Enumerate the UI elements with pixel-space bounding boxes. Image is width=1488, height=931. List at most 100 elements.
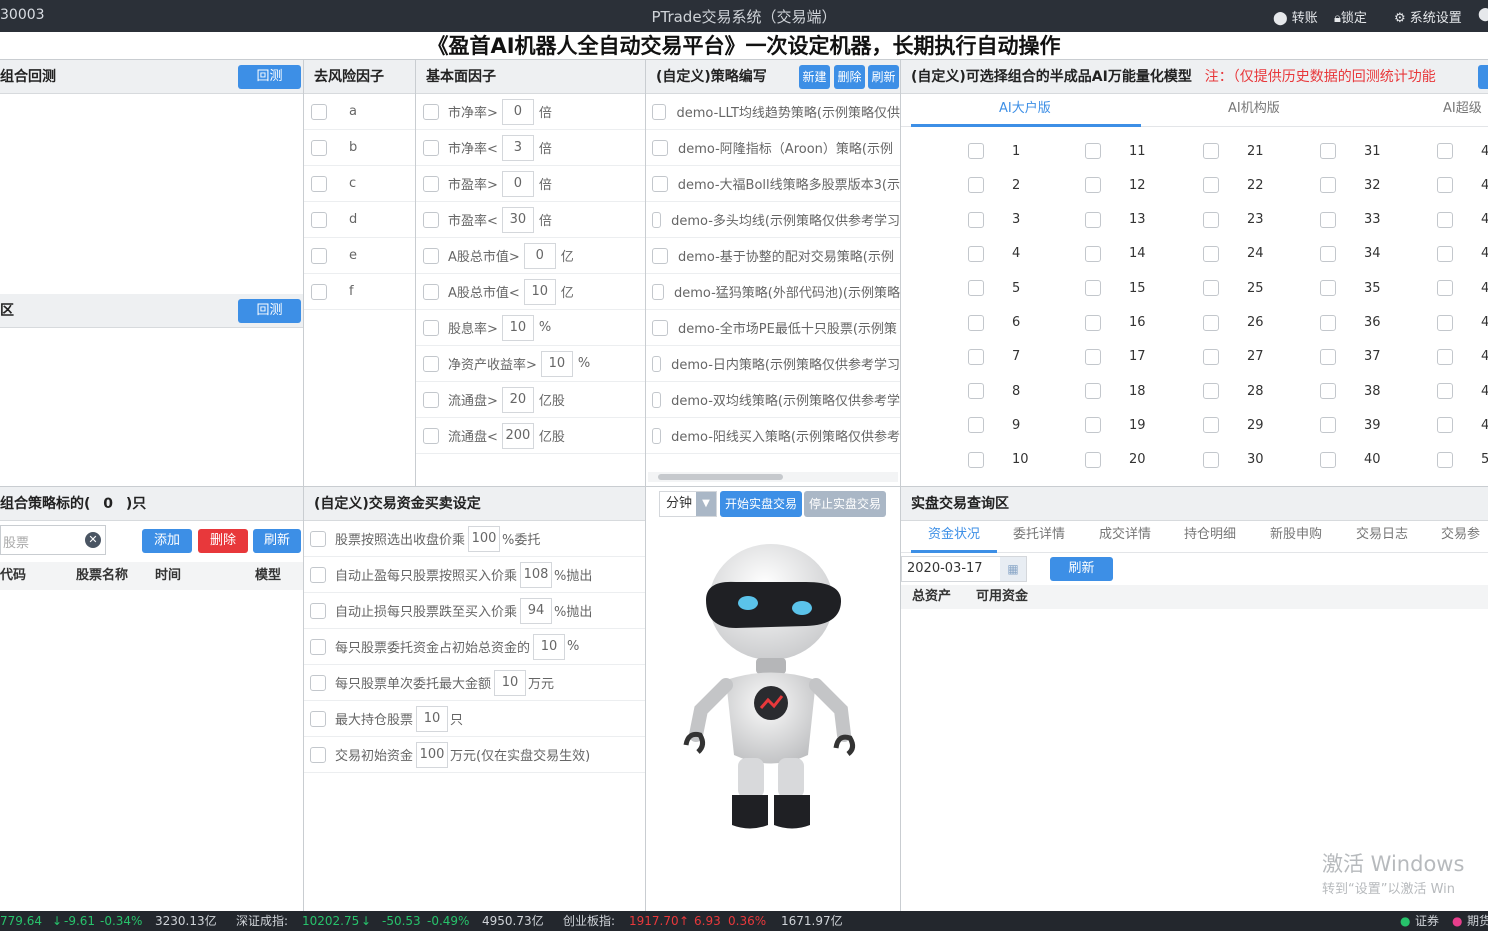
model-option[interactable]: 26 (1175, 313, 1264, 333)
risk-factor-row[interactable]: b (304, 130, 415, 166)
model-checkbox[interactable] (1203, 245, 1219, 262)
strategy-item[interactable]: demo-日内策略(示例策略仅供参考学习 (646, 346, 900, 382)
strategy-scrollbar[interactable] (648, 472, 898, 482)
risk-factor-checkbox[interactable] (311, 175, 327, 192)
tab-ai-retail[interactable]: AI大户版 (999, 95, 1051, 123)
trade-setting-checkbox[interactable] (310, 602, 326, 619)
stock-search-input[interactable]: 股票 ✕ (0, 525, 106, 555)
fundamental-factor-row[interactable]: 市盈率> 0 倍 (416, 166, 645, 202)
fundamental-factor-checkbox[interactable] (423, 319, 439, 336)
model-checkbox[interactable] (1085, 280, 1101, 297)
model-option[interactable]: 25 (1175, 278, 1264, 298)
model-checkbox[interactable] (968, 383, 984, 400)
trade-setting-row[interactable]: 最大持仓股票 10 只 (304, 701, 645, 737)
model-option[interactable]: 50 (1409, 450, 1488, 470)
model-option[interactable]: 16 (1057, 313, 1146, 333)
strategy-checkbox[interactable] (652, 211, 662, 228)
model-option[interactable]: 23 (1175, 210, 1264, 230)
fundamental-factor-checkbox[interactable] (423, 427, 439, 444)
model-checkbox[interactable] (1437, 383, 1453, 400)
trade-setting-input[interactable]: 108 (520, 561, 553, 588)
model-checkbox[interactable] (1085, 177, 1101, 194)
fundamental-factor-checkbox[interactable] (423, 283, 439, 300)
fundamental-factor-checkbox[interactable] (423, 103, 439, 120)
model-checkbox[interactable] (1085, 348, 1101, 365)
date-field[interactable]: 2020-03-17 ▦ (901, 556, 1027, 582)
fundamental-factor-checkbox[interactable] (423, 175, 439, 192)
model-option[interactable]: 27 (1175, 347, 1264, 367)
model-option[interactable]: 1 (940, 141, 1020, 161)
model-option[interactable]: 29 (1175, 415, 1264, 435)
model-option[interactable]: 41 (1409, 141, 1488, 161)
model-option[interactable]: 30 (1175, 450, 1264, 470)
refresh-stock-button[interactable]: 刷新 (253, 529, 301, 553)
strategy-checkbox[interactable] (652, 427, 662, 444)
strategy-refresh-button[interactable]: 刷新 (868, 65, 899, 89)
zone-backtest-button[interactable]: 回测 (238, 299, 301, 323)
model-checkbox[interactable] (1437, 417, 1453, 434)
risk-factor-row[interactable]: a (304, 94, 415, 130)
fundamental-factor-row[interactable]: 市盈率< 30 倍 (416, 202, 645, 238)
settings-button[interactable]: ⚙ 系统设置 (1394, 7, 1462, 26)
model-checkbox[interactable] (1203, 348, 1219, 365)
strategy-item[interactable]: demo-双均线策略(示例策略仅供参考学 (646, 382, 900, 418)
fundamental-factor-input[interactable]: 0 (523, 242, 556, 269)
calendar-icon[interactable]: ▦ (1000, 557, 1026, 581)
model-checkbox[interactable] (1203, 383, 1219, 400)
strategy-item[interactable]: demo-猛犸策略(外部代码池)(示例策略 (646, 274, 900, 310)
fundamental-factor-input[interactable]: 3 (501, 134, 534, 161)
strategy-checkbox[interactable] (652, 355, 662, 372)
strategy-delete-button[interactable]: 删除 (834, 65, 865, 89)
strategy-item[interactable]: demo-阿隆指标（Aroon）策略(示例 (646, 130, 900, 166)
model-checkbox[interactable] (1320, 143, 1336, 159)
model-option[interactable]: 13 (1057, 210, 1146, 230)
trade-setting-input[interactable]: 100 (468, 525, 501, 552)
model-checkbox[interactable] (1320, 417, 1336, 434)
strategy-checkbox[interactable] (652, 283, 664, 300)
strategy-checkbox[interactable] (652, 247, 668, 264)
trade-setting-input[interactable]: 10 (533, 633, 566, 660)
trade-setting-row[interactable]: 股票按照选出收盘价乘 100 %委托 (304, 521, 645, 557)
model-option[interactable]: 47 (1409, 347, 1488, 367)
model-checkbox[interactable] (968, 348, 984, 365)
risk-factor-row[interactable]: c (304, 166, 415, 202)
model-checkbox[interactable] (1085, 245, 1101, 262)
fundamental-factor-input[interactable]: 0 (501, 170, 534, 197)
model-option[interactable]: 7 (940, 347, 1020, 367)
fundamental-factor-row[interactable]: 市净率< 3 倍 (416, 130, 645, 166)
query-refresh-button[interactable]: 刷新 (1050, 557, 1113, 581)
fundamental-factor-row[interactable]: 股息率> 10% (416, 310, 645, 346)
fundamental-factor-row[interactable]: 流通盘> 20 亿股 (416, 382, 645, 418)
model-option[interactable]: 5 (940, 278, 1020, 298)
trade-setting-checkbox[interactable] (310, 566, 326, 583)
model-option[interactable]: 44 (1409, 244, 1488, 264)
trade-setting-checkbox[interactable] (310, 530, 326, 547)
trade-setting-row[interactable]: 每只股票单次委托最大金额 10 万元 (304, 665, 645, 701)
model-checkbox[interactable] (1085, 143, 1101, 159)
model-checkbox[interactable] (968, 177, 984, 194)
strategy-item[interactable]: demo-多头均线(示例策略仅供参考学习 (646, 202, 900, 238)
model-option[interactable]: 11 (1057, 141, 1146, 161)
tab-log[interactable]: 交易日志 (1356, 521, 1408, 549)
model-checkbox[interactable] (1320, 177, 1336, 194)
model-option[interactable]: 8 (940, 381, 1020, 401)
model-checkbox[interactable] (1437, 451, 1453, 468)
trade-setting-input[interactable]: 10 (494, 669, 527, 696)
risk-factor-row[interactable]: e (304, 238, 415, 274)
model-option[interactable]: 43 (1409, 210, 1488, 230)
model-checkbox[interactable] (1437, 245, 1453, 262)
model-checkbox[interactable] (1320, 383, 1336, 400)
model-option[interactable]: 45 (1409, 278, 1488, 298)
fundamental-factor-checkbox[interactable] (423, 391, 439, 408)
tab-ai-institution[interactable]: AI机构版 (1228, 95, 1280, 123)
model-option[interactable]: 6 (940, 313, 1020, 333)
model-option[interactable]: 12 (1057, 175, 1146, 195)
trade-setting-checkbox[interactable] (310, 638, 326, 655)
strategy-item[interactable]: demo-阳线买入策略(示例策略仅供参考 (646, 418, 900, 454)
trade-setting-input[interactable]: 10 (416, 705, 449, 732)
clear-icon[interactable]: ✕ (85, 532, 101, 548)
model-option[interactable]: 46 (1409, 313, 1488, 333)
model-option[interactable]: 2 (940, 175, 1020, 195)
fundamental-factor-row[interactable]: A股总市值< 10 亿 (416, 274, 645, 310)
strategy-item[interactable]: demo-LLT均线趋势策略(示例策略仅供 (646, 94, 900, 130)
